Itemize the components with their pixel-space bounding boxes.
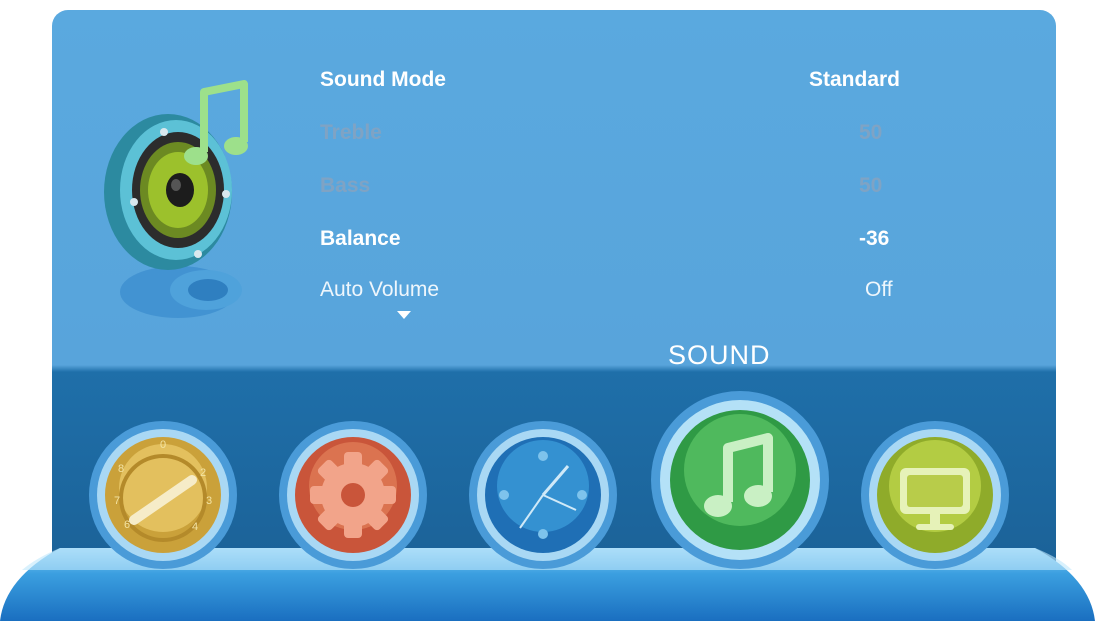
treble-value: 50 (859, 121, 883, 144)
tab-setup[interactable] (278, 420, 428, 570)
bass-row: Bass 50 (52, 166, 1056, 206)
monitor-icon (861, 421, 1009, 569)
svg-text:6: 6 (124, 519, 130, 531)
balance-label: Balance (320, 227, 401, 250)
svg-text:7: 7 (114, 495, 120, 507)
sound-mode-label: Sound Mode (320, 68, 446, 91)
treble-label: Treble (320, 121, 382, 144)
balance-row[interactable]: Balance -36 (52, 219, 1056, 259)
settings-list: Sound Mode Standard Treble 50 Bass 50 Ba… (52, 10, 1056, 340)
tab-time[interactable] (468, 420, 618, 570)
section-title: SOUND (668, 340, 771, 370)
auto-volume-row[interactable]: Auto Volume Off (52, 270, 1056, 310)
dial-icon: 0 8 2 3 7 6 4 (89, 421, 237, 569)
balance-value: -36 (859, 227, 890, 250)
sound-mode-value: Standard (809, 68, 901, 91)
svg-text:0: 0 (160, 439, 166, 451)
svg-text:3: 3 (206, 495, 212, 507)
tab-screen[interactable] (860, 420, 1010, 570)
tab-picture[interactable]: 0 8 2 3 7 6 4 (88, 420, 238, 570)
gear-icon (279, 421, 427, 569)
svg-text:2: 2 (200, 467, 206, 479)
clock-icon (469, 421, 617, 569)
svg-text:8: 8 (118, 463, 124, 475)
auto-volume-value: Off (865, 278, 893, 301)
treble-row: Treble 50 (52, 113, 1056, 153)
auto-volume-label: Auto Volume (320, 278, 440, 301)
svg-text:4: 4 (192, 521, 198, 533)
tab-sound[interactable] (650, 390, 830, 570)
bass-label: Bass (320, 174, 371, 197)
music-note-icon (651, 391, 829, 569)
sound-mode-row[interactable]: Sound Mode Standard (52, 60, 1056, 100)
bass-value: 50 (859, 174, 883, 197)
scroll-down-arrow-icon[interactable] (397, 311, 411, 319)
